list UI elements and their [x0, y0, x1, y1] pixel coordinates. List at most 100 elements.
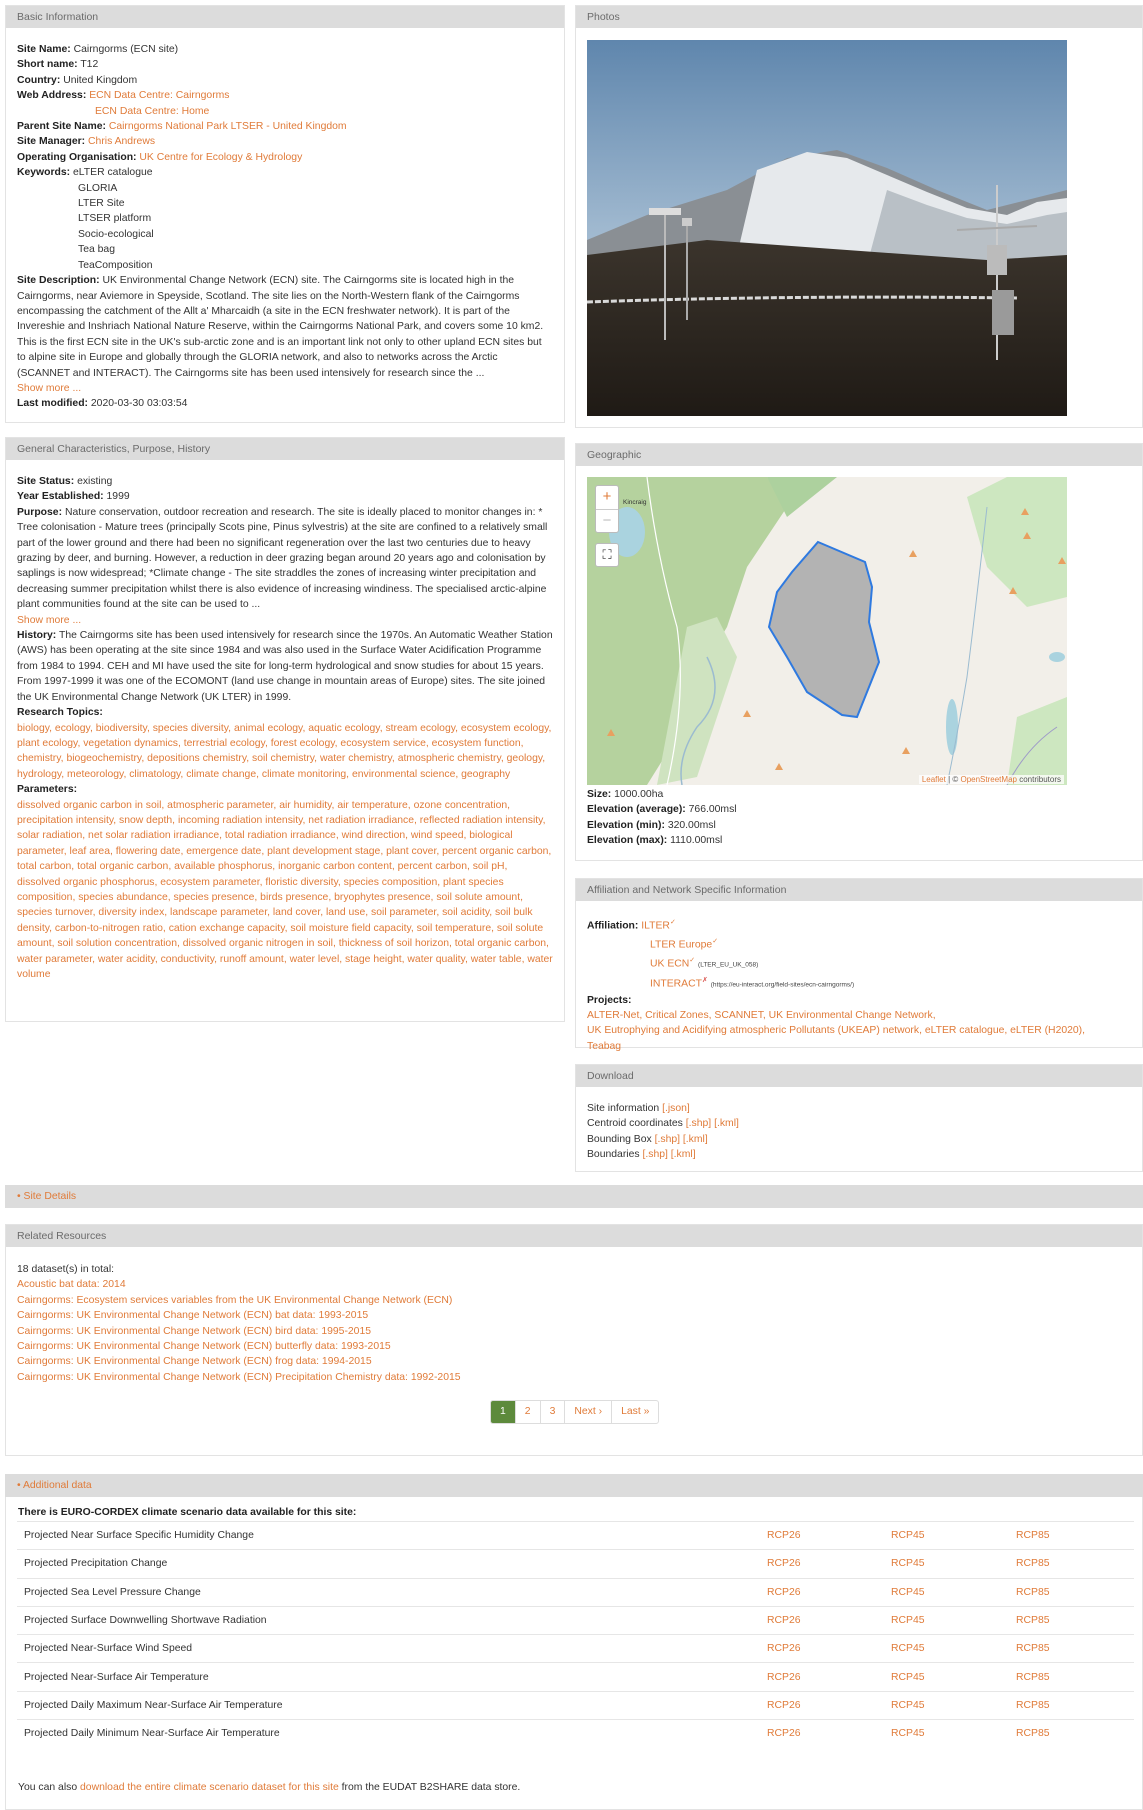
short-name-label: Short name: — [17, 59, 78, 71]
rcp85-link[interactable]: RCP85 — [1016, 1643, 1050, 1654]
rcp26-link[interactable]: RCP26 — [767, 1587, 801, 1598]
site-status-value: existing — [77, 476, 113, 487]
download-boundaries-links[interactable]: [.shp] [.kml] — [642, 1149, 695, 1160]
scenario-name: Projected Daily Minimum Near-Surface Air… — [17, 1719, 760, 1748]
photos-heading: Photos — [576, 6, 1142, 28]
projects-links-line-2[interactable]: UK Eutrophying and Acidifying atmospheri… — [587, 1023, 1131, 1038]
elevation-min-label: Elevation (min): — [587, 819, 665, 831]
zoom-out-button[interactable]: − — [596, 509, 618, 532]
additional-data-toggle[interactable]: • Additional data — [5, 1474, 1143, 1497]
additional-data-link[interactable]: • Additional data — [17, 1480, 92, 1491]
affiliation-interact-link[interactable]: INTERACT — [650, 978, 702, 989]
rcp26-link[interactable]: RCP26 — [767, 1615, 801, 1626]
keyword-item: LTSER platform — [78, 213, 152, 225]
table-row: Projected Daily Minimum Near-Surface Air… — [17, 1719, 1134, 1748]
research-topics-links[interactable]: biology, ecology, biodiversity, species … — [17, 721, 553, 783]
site-details-link[interactable]: • Site Details — [17, 1191, 76, 1202]
download-bbox-links[interactable]: [.shp] [.kml] — [655, 1134, 708, 1145]
operating-org-label: Operating Organisation: — [17, 151, 137, 163]
rcp45-link[interactable]: RCP45 — [891, 1728, 925, 1739]
site-map[interactable]: Kincraig + − ⛶ Leaflet | © OpenStreetMap… — [587, 477, 1067, 785]
next-page-button[interactable]: Next › — [564, 1401, 611, 1423]
leaflet-link[interactable]: Leaflet — [922, 775, 946, 784]
affiliation-ilter-link[interactable]: ILTER — [641, 920, 670, 931]
download-climate-dataset-link[interactable]: download the entire climate scenario dat… — [80, 1782, 339, 1793]
rcp26-link[interactable]: RCP26 — [767, 1643, 801, 1654]
rcp45-link[interactable]: RCP45 — [891, 1672, 925, 1683]
related-dataset-link[interactable]: Acoustic bat data: 2014 — [17, 1279, 126, 1290]
table-row: Projected Precipitation Change RCP26 RCP45… — [17, 1549, 1134, 1579]
rcp85-link[interactable]: RCP85 — [1016, 1615, 1050, 1626]
affiliation-lter-europe-link[interactable]: LTER Europe — [650, 939, 712, 950]
keyword-item: LTER Site — [78, 198, 125, 210]
rcp85-link[interactable]: RCP85 — [1016, 1587, 1050, 1598]
site-manager-link[interactable]: Chris Andrews — [88, 136, 155, 147]
affiliation-uk-ecn-link[interactable]: UK ECN — [650, 958, 689, 969]
related-dataset-link[interactable]: Cairngorms: UK Environmental Change Netw… — [17, 1310, 368, 1321]
site-photo[interactable] — [587, 40, 1067, 416]
keyword-item: Tea bag — [78, 244, 115, 256]
rcp45-link[interactable]: RCP45 — [891, 1558, 925, 1569]
pagination: 1 2 3 Next › Last » — [490, 1400, 660, 1424]
country-label: Country: — [17, 74, 61, 86]
rcp26-link[interactable]: RCP26 — [767, 1558, 801, 1569]
related-dataset-link[interactable]: Cairngorms: UK Environmental Change Netw… — [17, 1326, 371, 1337]
site-name-label: Site Name: — [17, 44, 71, 55]
affiliation-label: Affiliation: — [587, 920, 639, 932]
rcp85-link[interactable]: RCP85 — [1016, 1700, 1050, 1711]
site-details-toggle[interactable]: • Site Details — [5, 1185, 1143, 1208]
climate-footer: You can also download the entire climate… — [18, 1782, 520, 1793]
page-2-button[interactable]: 2 — [514, 1401, 540, 1423]
related-dataset-link[interactable]: Cairngorms: UK Environmental Change Netw… — [17, 1341, 391, 1352]
related-dataset-link[interactable]: Cairngorms: Ecosystem services variables… — [17, 1295, 452, 1306]
related-dataset-link[interactable]: Cairngorms: UK Environmental Change Netw… — [17, 1372, 461, 1383]
table-row: Projected Near-Surface Wind Speed RCP26 RC… — [17, 1634, 1134, 1663]
page-1-button[interactable]: 1 — [491, 1401, 515, 1423]
table-row: Projected Sea Level Pressure Change RCP26… — [17, 1577, 1134, 1607]
related-dataset-link[interactable]: Cairngorms: UK Environmental Change Netw… — [17, 1356, 372, 1367]
keyword-item: TeaComposition — [78, 259, 153, 271]
projects-links-line-3[interactable]: Teabag — [587, 1039, 1131, 1054]
attribution-separator: | © — [945, 775, 961, 784]
zoom-in-button[interactable]: + — [596, 486, 618, 509]
rcp45-link[interactable]: RCP45 — [891, 1615, 925, 1626]
web-link-cairngorms[interactable]: ECN Data Centre: Cairngorms — [89, 90, 229, 101]
rcp45-link[interactable]: RCP45 — [891, 1587, 925, 1598]
projects-links-line-1[interactable]: ALTER-Net, Critical Zones, SCANNET, UK E… — [587, 1008, 1131, 1023]
page-3-button[interactable]: 3 — [539, 1401, 565, 1423]
climate-scenario-table: Projected Near Surface Specific Humidity… — [17, 1520, 1134, 1748]
rcp26-link[interactable]: RCP26 — [767, 1530, 801, 1541]
rcp26-link[interactable]: RCP26 — [767, 1700, 801, 1711]
operating-org-link[interactable]: UK Centre for Ecology & Hydrology — [139, 152, 302, 163]
site-description-label: Site Description: — [17, 275, 100, 287]
download-centroid-links[interactable]: [.shp] [.kml] — [686, 1118, 739, 1129]
geographic-panel: Geographic Kincraig + − ⛶ Leaflet | © Op… — [575, 443, 1143, 861]
openstreetmap-link[interactable]: OpenStreetMap — [960, 775, 1016, 784]
rcp85-link[interactable]: RCP85 — [1016, 1558, 1050, 1569]
parameters-links[interactable]: dissolved organic carbon in soil, atmosp… — [17, 798, 553, 983]
rcp85-link[interactable]: RCP85 — [1016, 1672, 1050, 1683]
show-more-description-link[interactable]: Show more ... — [17, 383, 81, 394]
rcp45-link[interactable]: RCP45 — [891, 1700, 925, 1711]
rcp45-link[interactable]: RCP45 — [891, 1643, 925, 1654]
elevation-max-label: Elevation (max): — [587, 835, 668, 847]
download-site-info-json[interactable]: [.json] — [662, 1103, 690, 1114]
parent-site-link[interactable]: Cairngorms National Park LTSER - United … — [109, 121, 347, 132]
rcp85-link[interactable]: RCP85 — [1016, 1728, 1050, 1739]
rcp85-link[interactable]: RCP85 — [1016, 1530, 1050, 1541]
fullscreen-button[interactable]: ⛶ — [595, 543, 619, 567]
web-address-label: Web Address: — [17, 90, 87, 102]
keywords-label: Keywords: — [17, 167, 71, 179]
year-established-label: Year Established: — [17, 491, 104, 503]
download-heading: Download — [576, 1065, 1142, 1087]
rcp26-link[interactable]: RCP26 — [767, 1672, 801, 1683]
elevation-average-value: 766.00msl — [688, 804, 737, 816]
last-page-button[interactable]: Last » — [611, 1401, 658, 1423]
rcp45-link[interactable]: RCP45 — [891, 1530, 925, 1541]
table-row: Projected Surface Downwelling Shortwave … — [17, 1605, 1134, 1635]
table-row: Projected Near Surface Specific Humidity… — [17, 1520, 1134, 1550]
rcp26-link[interactable]: RCP26 — [767, 1728, 801, 1739]
web-link-home[interactable]: ECN Data Centre: Home — [95, 106, 209, 117]
affiliation-heading: Affiliation and Network Specific Informa… — [576, 879, 1142, 901]
show-more-purpose-link[interactable]: Show more ... — [17, 615, 81, 626]
